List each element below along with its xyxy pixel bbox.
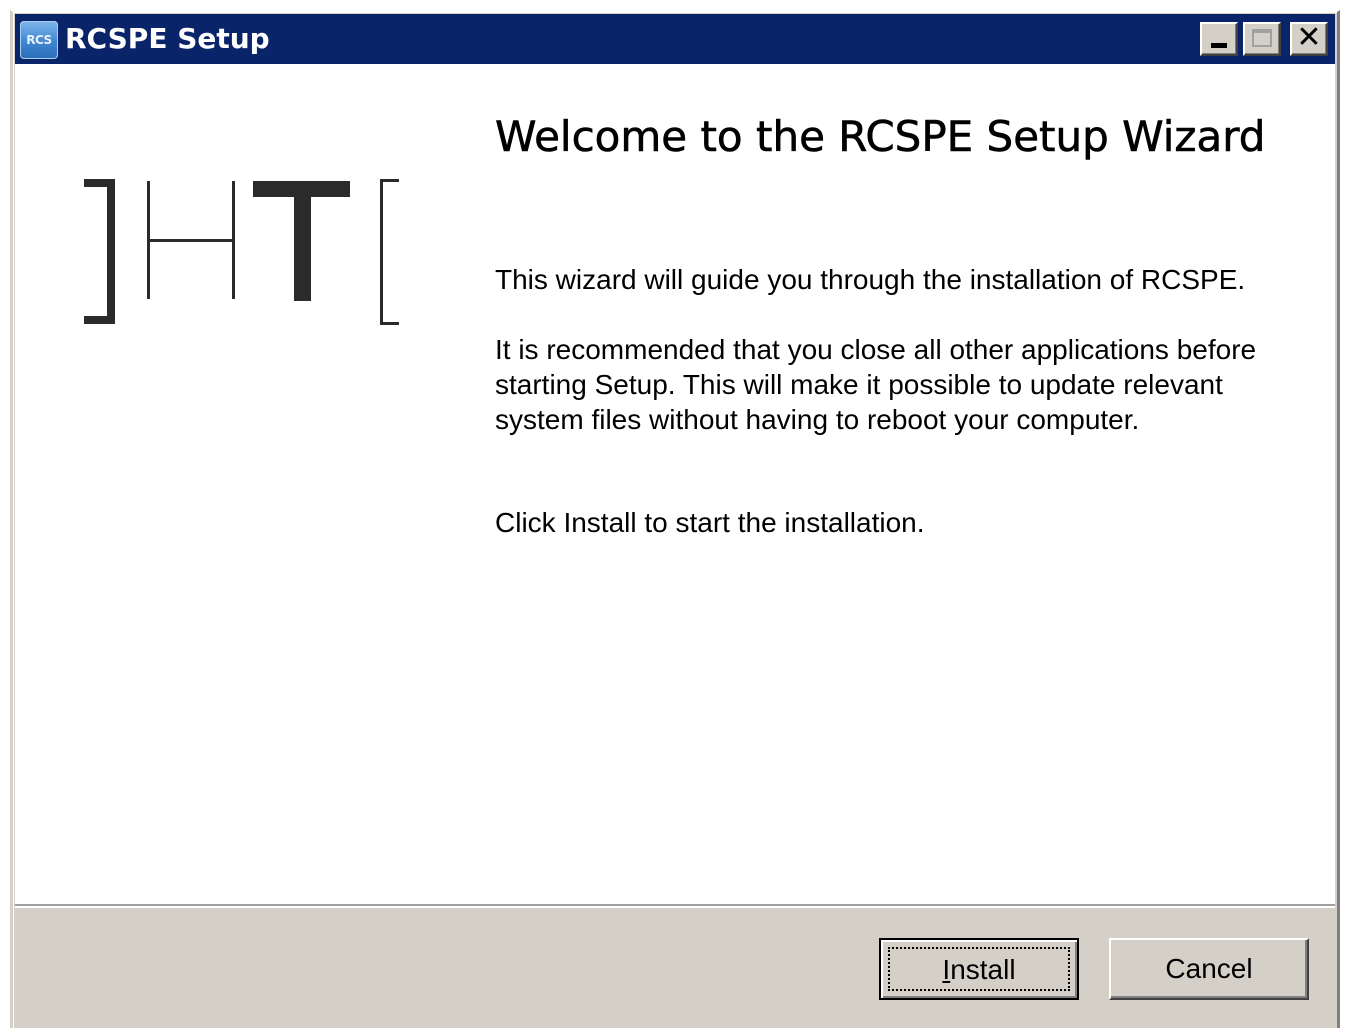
maximize-button[interactable] [1243, 22, 1281, 56]
setup-window: RCS RCSPE Setup ✕ Welcome to the RCSPE S… [10, 10, 1340, 1028]
logo-bracket-left-foot [84, 316, 115, 324]
minimize-icon [1211, 43, 1227, 48]
logo-bracket-right-stem [380, 179, 383, 325]
close-icon: ✕ [1296, 20, 1322, 55]
window-title: RCSPE Setup [65, 22, 270, 55]
close-button[interactable]: ✕ [1290, 22, 1328, 56]
welcome-title: Welcome to the RCSPE Setup Wizard [495, 112, 1266, 162]
instruction-text: Click Install to start the installation. [495, 507, 925, 538]
install-focus-rect: Install [888, 947, 1070, 991]
recommendation-text: It is recommended that you close all oth… [495, 334, 1257, 435]
title-bar[interactable]: RCS RCSPE Setup ✕ [15, 14, 1335, 64]
app-icon[interactable]: RCS [20, 21, 58, 59]
wizard-content: Welcome to the RCSPE Setup Wizard This w… [15, 64, 1335, 904]
logo-t-stem [294, 181, 311, 301]
logo-bracket-right-foot [380, 322, 399, 325]
company-logo [84, 179, 399, 325]
minimize-button[interactable] [1200, 22, 1238, 56]
logo-h-right [232, 181, 235, 299]
button-area-divider [15, 904, 1335, 908]
install-button[interactable]: Install [879, 938, 1079, 1000]
logo-bracket-left-stem [107, 179, 115, 324]
install-label: nstall [950, 954, 1016, 985]
logo-h-bar [147, 239, 235, 242]
cancel-button[interactable]: Cancel [1109, 938, 1309, 1000]
intro-text: This wizard will guide you through the i… [495, 264, 1246, 295]
maximize-icon [1252, 29, 1272, 47]
